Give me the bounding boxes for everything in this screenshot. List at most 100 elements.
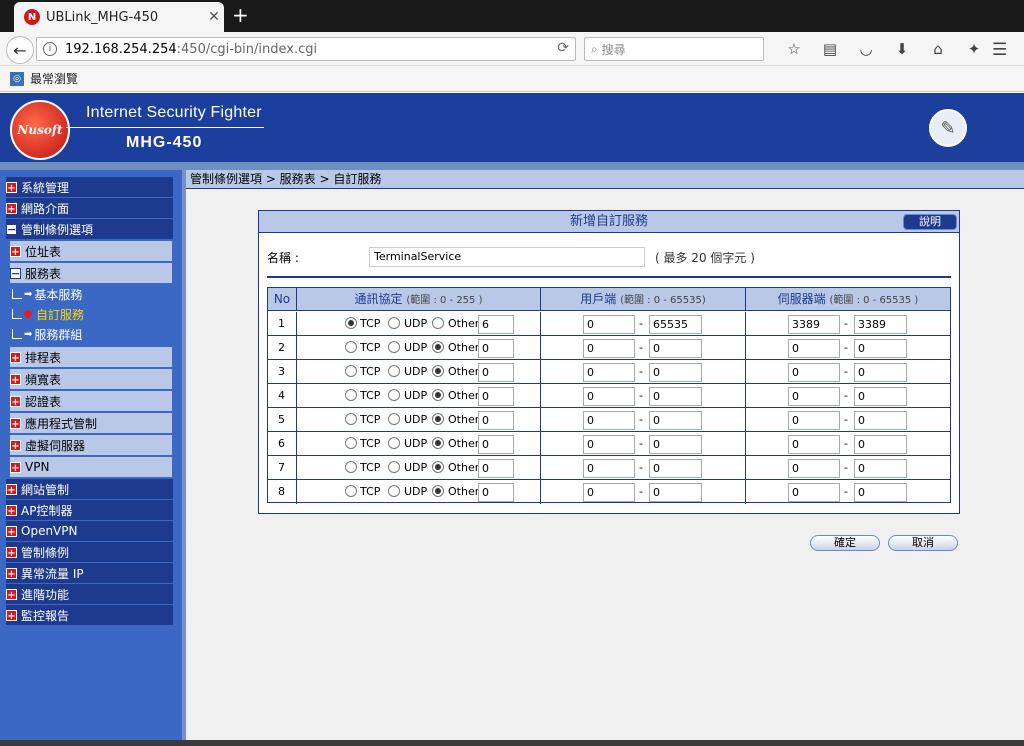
client-port-to-input[interactable]: 0 [649, 339, 702, 358]
server-port-from-input[interactable]: 0 [788, 411, 840, 430]
sidebar-item-address[interactable]: + 位址表 [10, 241, 172, 261]
sidebar-item-monitor-report[interactable]: + 監控報告 [6, 605, 173, 625]
other-radio[interactable] [432, 413, 444, 425]
sidebar-item-policy-objects[interactable]: − 管制條例選項 [6, 219, 173, 239]
search-input[interactable]: ⌕ 搜尋 [584, 37, 764, 61]
sidebar-item-ap-controller[interactable]: + AP控制器 [6, 500, 173, 520]
udp-radio[interactable] [388, 485, 400, 497]
sidebar-item-vpn[interactable]: + VPN [10, 457, 172, 477]
udp-radio[interactable] [388, 317, 400, 329]
sidebar-item-basic-service[interactable]: ➡ 基本服務 [12, 284, 172, 304]
pocket-icon[interactable]: ◡ [848, 40, 884, 58]
server-port-from-input[interactable]: 0 [788, 435, 840, 454]
site-info-icon[interactable]: i [43, 42, 57, 56]
server-port-to-input[interactable]: 0 [854, 459, 907, 478]
extension-icon[interactable]: ✦ [956, 40, 992, 58]
other-radio[interactable] [432, 461, 444, 473]
download-icon[interactable]: ⬇ [884, 40, 920, 58]
udp-radio[interactable] [388, 389, 400, 401]
udp-radio[interactable] [388, 437, 400, 449]
other-protocol-input[interactable]: 0 [478, 459, 514, 478]
sidebar-item-virtual-server[interactable]: + 虛擬伺服器 [10, 435, 172, 455]
client-port-to-input[interactable]: 0 [649, 363, 702, 382]
sidebar-item-network[interactable]: + 網路介面 [6, 198, 173, 218]
other-protocol-input[interactable]: 0 [478, 483, 514, 502]
client-port-from-input[interactable]: 0 [583, 435, 635, 454]
client-port-to-input[interactable]: 0 [649, 387, 702, 406]
back-button[interactable]: ← [6, 36, 34, 64]
server-port-to-input[interactable]: 0 [854, 411, 907, 430]
other-radio[interactable] [432, 389, 444, 401]
server-port-to-input[interactable]: 0 [854, 435, 907, 454]
client-port-from-input[interactable]: 0 [583, 459, 635, 478]
other-protocol-input[interactable]: 0 [478, 387, 514, 406]
udp-radio[interactable] [388, 341, 400, 353]
close-tab-icon[interactable]: ✕ [204, 9, 224, 25]
client-port-to-input[interactable]: 0 [649, 483, 702, 502]
server-port-to-input[interactable]: 0 [854, 483, 907, 502]
sidebar-item-system[interactable]: + 系統管理 [6, 177, 173, 197]
other-radio[interactable] [432, 437, 444, 449]
client-port-from-input[interactable]: 0 [583, 363, 635, 382]
browser-tab[interactable]: N UBLink_MHG-450 ✕ [14, 2, 224, 32]
server-port-from-input[interactable]: 0 [788, 483, 840, 502]
udp-radio[interactable] [388, 413, 400, 425]
server-port-from-input[interactable]: 0 [788, 459, 840, 478]
sidebar-item-web-control[interactable]: + 網站管制 [6, 479, 173, 499]
client-port-to-input[interactable]: 65535 [649, 315, 702, 334]
server-port-to-input[interactable]: 0 [854, 363, 907, 382]
other-protocol-input[interactable]: 0 [478, 435, 514, 454]
bookmark-star-icon[interactable]: ☆ [776, 40, 812, 58]
tcp-radio[interactable] [345, 365, 357, 377]
sidebar-item-services[interactable]: − 服務表 [10, 263, 172, 283]
reload-icon[interactable]: ⟳ [557, 40, 569, 56]
sidebar-item-openvpn[interactable]: + OpenVPN [6, 521, 173, 541]
sidebar-item-anomaly-ip[interactable]: + 異常流量 IP [6, 563, 173, 583]
udp-radio[interactable] [388, 461, 400, 473]
client-port-to-input[interactable]: 0 [649, 411, 702, 430]
sidebar-item-custom-service[interactable]: 自訂服務 [12, 304, 172, 324]
ok-button[interactable]: 確定 [810, 535, 880, 551]
sidebar-item-auth[interactable]: + 認證表 [10, 391, 172, 411]
menu-icon[interactable]: ☰ [992, 40, 1007, 60]
sidebar-item-service-group[interactable]: ➡ 服務群組 [12, 324, 172, 344]
sidebar-item-policy[interactable]: + 管制條例 [6, 542, 173, 562]
service-name-input[interactable]: TerminalService [369, 247, 645, 267]
client-port-from-input[interactable]: 0 [583, 483, 635, 502]
client-port-from-input[interactable]: 0 [583, 315, 635, 334]
other-protocol-input[interactable]: 0 [478, 339, 514, 358]
reading-list-icon[interactable]: ▤ [812, 40, 848, 58]
tcp-radio[interactable] [345, 413, 357, 425]
other-protocol-input[interactable]: 0 [478, 363, 514, 382]
server-port-from-input[interactable]: 3389 [788, 315, 840, 334]
bookmark-most-visited[interactable]: 最常瀏覽 [30, 70, 78, 87]
sidebar-item-advanced[interactable]: + 進階功能 [6, 584, 173, 604]
server-port-from-input[interactable]: 0 [788, 339, 840, 358]
client-port-from-input[interactable]: 0 [583, 339, 635, 358]
tcp-radio[interactable] [345, 389, 357, 401]
help-button[interactable]: 說明 [903, 214, 957, 230]
tcp-radio[interactable] [345, 485, 357, 497]
client-port-from-input[interactable]: 0 [583, 387, 635, 406]
notepad-icon[interactable]: ✎ [929, 109, 967, 147]
sidebar-item-app-control[interactable]: + 應用程式管制 [10, 413, 172, 433]
other-protocol-input[interactable]: 6 [478, 315, 514, 334]
tcp-radio[interactable] [345, 437, 357, 449]
other-radio[interactable] [432, 341, 444, 353]
server-port-from-input[interactable]: 0 [788, 363, 840, 382]
client-port-to-input[interactable]: 0 [649, 435, 702, 454]
udp-radio[interactable] [388, 365, 400, 377]
other-protocol-input[interactable]: 0 [478, 411, 514, 430]
server-port-to-input[interactable]: 0 [854, 339, 907, 358]
home-icon[interactable]: ⌂ [920, 40, 956, 58]
other-radio[interactable] [432, 485, 444, 497]
client-port-from-input[interactable]: 0 [583, 411, 635, 430]
tcp-radio[interactable] [345, 317, 357, 329]
server-port-from-input[interactable]: 0 [788, 387, 840, 406]
server-port-to-input[interactable]: 3389 [854, 315, 907, 334]
client-port-to-input[interactable]: 0 [649, 459, 702, 478]
other-radio[interactable] [432, 365, 444, 377]
other-radio[interactable] [432, 317, 444, 329]
tcp-radio[interactable] [345, 341, 357, 353]
new-tab-icon[interactable]: + [232, 4, 249, 26]
